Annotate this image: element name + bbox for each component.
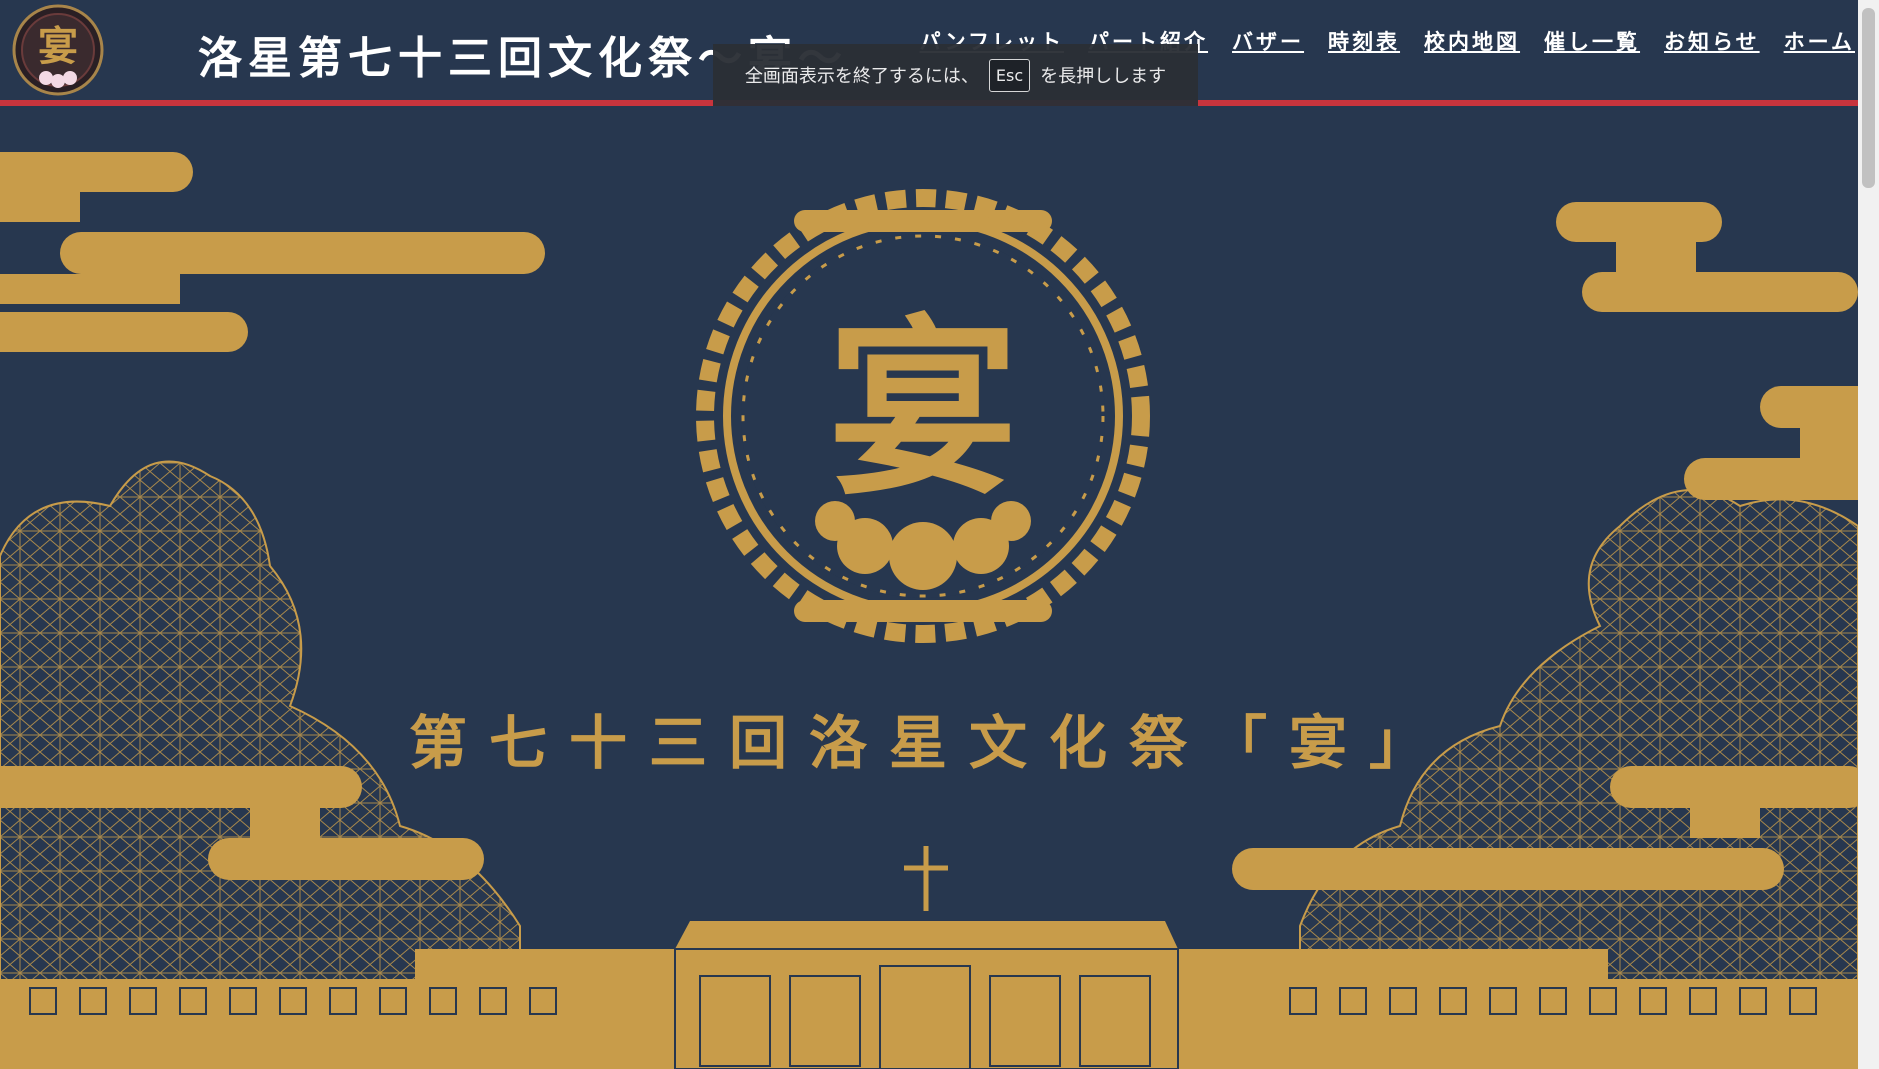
page-scrollbar[interactable] xyxy=(1858,0,1879,1069)
nav-timetable[interactable]: 時刻表 xyxy=(1328,26,1400,56)
hero-title: 第七十三回洛星文化祭「宴」 xyxy=(408,709,1449,777)
cloud-left-top xyxy=(0,152,545,352)
fullscreen-toast: 全画面表示を終了するには、 Esc を長押しします xyxy=(713,44,1198,106)
nav-campus-map[interactable]: 校内地図 xyxy=(1424,26,1520,56)
site-logo[interactable]: 宴 xyxy=(6,4,110,96)
toast-text-before: 全画面表示を終了するには、 xyxy=(744,66,979,87)
scrollbar-thumb[interactable] xyxy=(1862,8,1875,188)
cloud-right-top xyxy=(1556,202,1858,500)
emblem-glyph: 宴 xyxy=(828,298,1018,521)
toast-text-after: を長押しします xyxy=(1040,66,1167,87)
nav-bazaar[interactable]: バザー xyxy=(1232,26,1304,56)
hero-illustration: 宴 第七十三回洛星文化祭「宴」 xyxy=(0,106,1858,1069)
nav-home[interactable]: ホーム xyxy=(1784,26,1855,56)
hero-artwork: 宴 xyxy=(0,152,1858,1069)
esc-key-badge: Esc xyxy=(988,58,1031,92)
logo-glyph: 宴 xyxy=(38,23,78,70)
festival-emblem: 宴 xyxy=(696,189,1150,643)
nav-events[interactable]: 催し一覧 xyxy=(1544,26,1640,56)
nav-news[interactable]: お知らせ xyxy=(1664,26,1760,56)
